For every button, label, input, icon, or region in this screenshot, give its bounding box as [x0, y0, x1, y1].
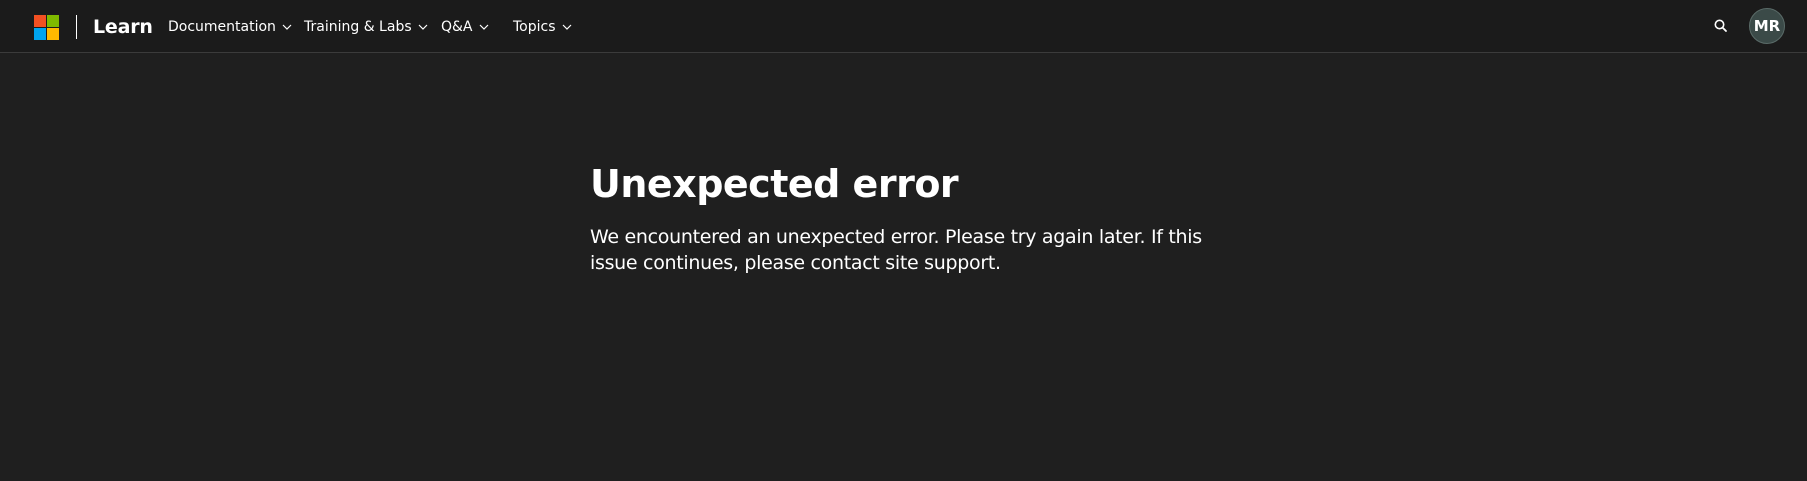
nav-documentation[interactable]: Documentation: [168, 0, 292, 53]
nav-qa-label: Q&A: [441, 18, 473, 35]
nav-topics-label: Topics: [513, 18, 556, 35]
nav-topics[interactable]: Topics: [513, 0, 572, 53]
user-avatar[interactable]: MR: [1749, 8, 1785, 44]
logo-green-square: [47, 15, 59, 27]
chevron-down-icon: [479, 24, 488, 30]
logo-yellow-square: [47, 28, 59, 40]
chevron-down-icon: [418, 24, 428, 30]
error-content: Unexpected error We encountered an unexp…: [590, 160, 1250, 276]
logo-red-square: [34, 15, 46, 27]
nav-qa[interactable]: Q&A: [441, 0, 489, 53]
chevron-down-icon: [282, 24, 292, 30]
nav-training-labs-label: Training & Labs: [304, 18, 412, 35]
search-icon[interactable]: [1712, 17, 1730, 35]
microsoft-logo-icon[interactable]: [34, 15, 59, 40]
error-message: We encountered an unexpected error. Plea…: [590, 226, 1202, 274]
brand-link[interactable]: Learn: [93, 15, 153, 39]
site-header: Learn Documentation Training & Labs Q&A …: [0, 0, 1807, 53]
nav-documentation-label: Documentation: [168, 18, 276, 35]
logo-blue-square: [34, 28, 46, 40]
nav-training-labs[interactable]: Training & Labs: [304, 0, 428, 53]
logo-divider: [76, 15, 77, 39]
chevron-down-icon: [562, 24, 571, 30]
avatar-initials: MR: [1753, 17, 1781, 35]
page-title: Unexpected error: [590, 162, 959, 206]
